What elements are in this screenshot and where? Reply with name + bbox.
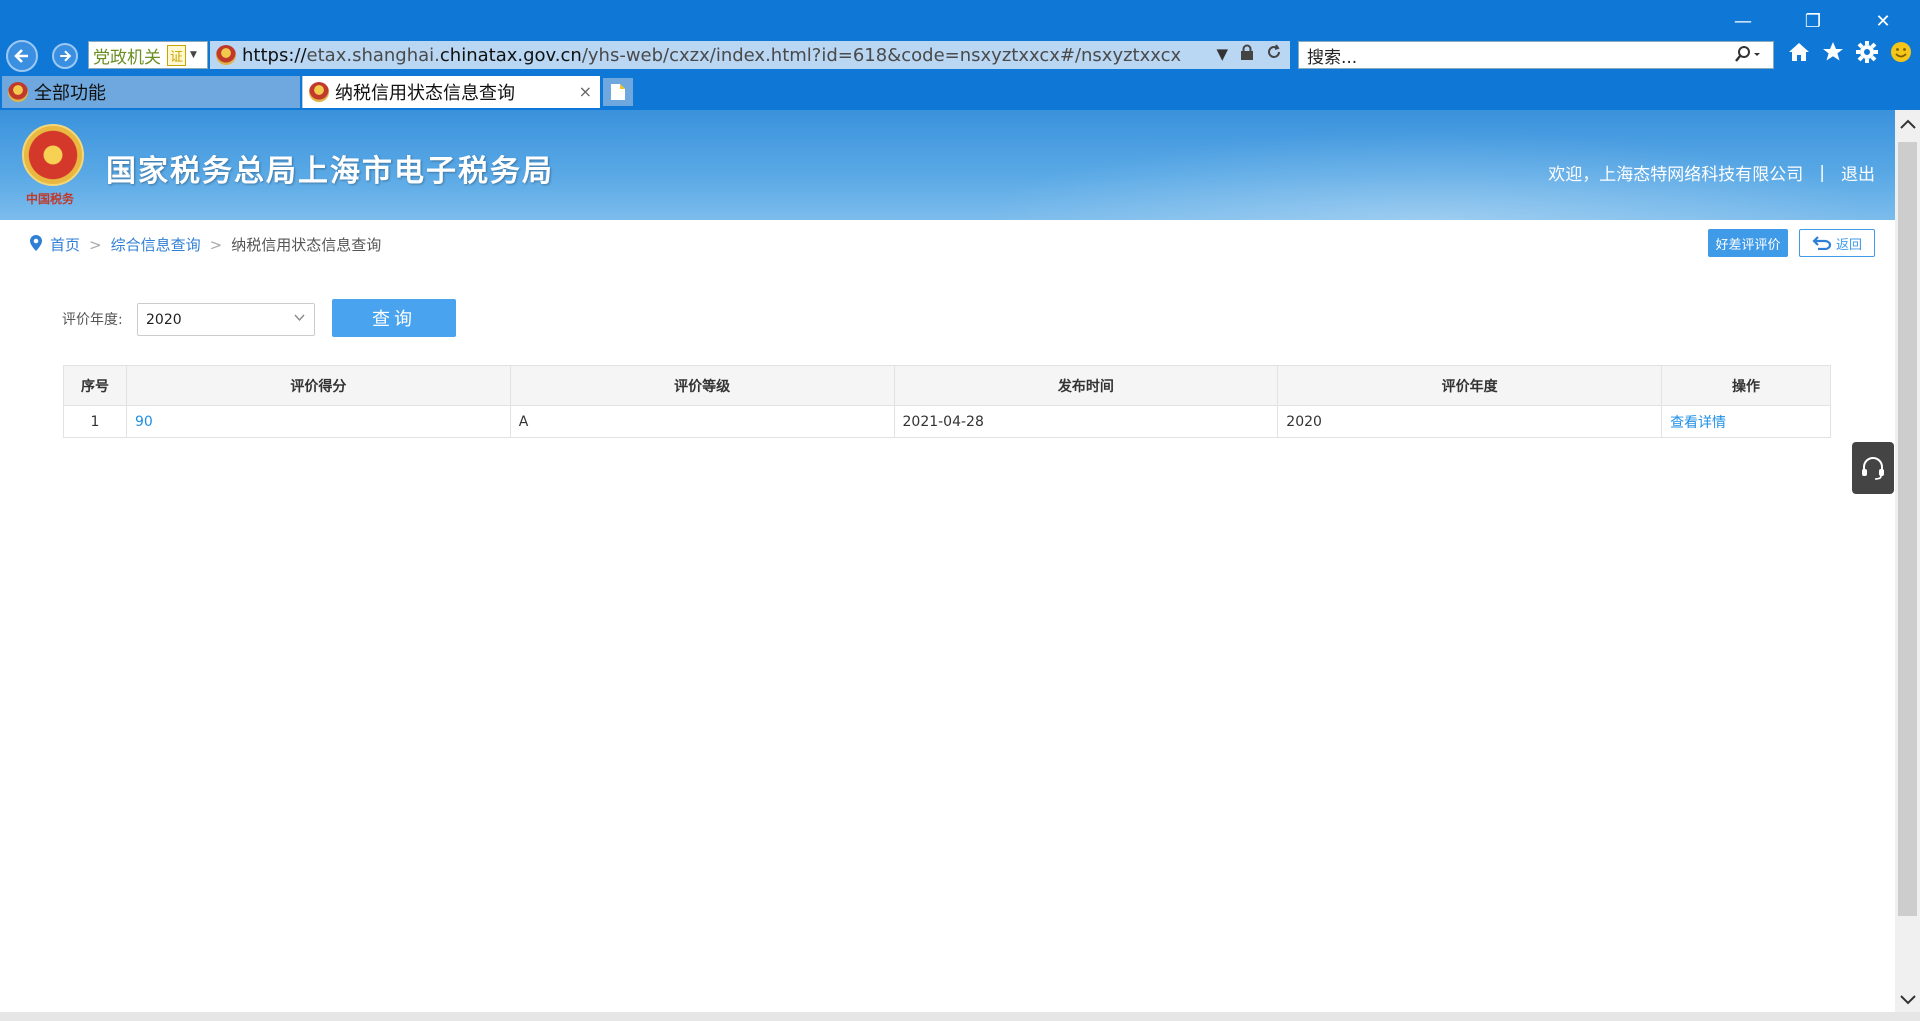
tab-favicon-icon bbox=[8, 82, 28, 102]
address-bar[interactable]: https:// etax.shanghai. chinatax.gov.cn … bbox=[210, 41, 1290, 69]
arrow-left-icon bbox=[14, 49, 28, 63]
site-favicon-icon bbox=[216, 45, 236, 65]
col-header-grade: 评价等级 bbox=[509, 365, 895, 406]
search-icon[interactable] bbox=[1735, 45, 1761, 69]
emblem-subtitle: 中国税务 bbox=[26, 192, 75, 206]
cell-published: 2021-04-28 bbox=[893, 405, 1279, 438]
cell-year: 2020 bbox=[1277, 405, 1663, 438]
chevron-down-icon bbox=[294, 312, 305, 325]
horizontal-scrollbar[interactable] bbox=[0, 1012, 1920, 1021]
web-page: 中国税务 国家税务总局上海市电子税务局 欢迎，上海态特网络科技有限公司 | 退出… bbox=[0, 110, 1895, 1014]
close-window-button[interactable]: ✕ bbox=[1860, 6, 1906, 36]
minimize-button[interactable]: — bbox=[1720, 6, 1766, 36]
tax-emblem-logo bbox=[22, 124, 84, 186]
welcome-separator: | bbox=[1819, 162, 1825, 183]
year-select[interactable]: 2020 bbox=[137, 303, 315, 336]
service-rating-button[interactable]: 好差评评价 bbox=[1708, 229, 1788, 257]
site-title: 国家税务总局上海市电子税务局 bbox=[106, 154, 554, 189]
scrollbar-thumb[interactable] bbox=[1898, 142, 1917, 916]
address-scheme: https:// bbox=[242, 44, 307, 66]
breadcrumb-current: 纳税信用状态信息查询 bbox=[231, 236, 382, 254]
restore-button[interactable]: ❐ bbox=[1790, 6, 1836, 36]
cell-grade: A bbox=[509, 405, 895, 438]
table-header-row: 序号 评价得分 评价等级 发布时间 评价年度 操作 bbox=[63, 365, 1831, 406]
new-tab-button[interactable] bbox=[603, 78, 633, 106]
home-icon[interactable] bbox=[1786, 40, 1812, 70]
col-header-action: 操作 bbox=[1661, 365, 1831, 406]
browser-titlebar: — ❐ ✕ bbox=[0, 0, 1920, 42]
credit-result-table: 序号 评价得分 评价等级 发布时间 评价年度 操作 1 90 A 2021-04… bbox=[63, 365, 1831, 438]
breadcrumb: 首页 > 综合信息查询 > 纳税信用状态信息查询 bbox=[30, 234, 381, 255]
col-header-published: 发布时间 bbox=[893, 365, 1279, 406]
query-button[interactable]: 查询 bbox=[332, 299, 456, 337]
logout-link[interactable]: 退出 bbox=[1841, 160, 1875, 185]
security-tag[interactable]: 党政机关 证 ▼ bbox=[88, 41, 208, 69]
year-select-value: 2020 bbox=[146, 311, 182, 328]
col-header-index: 序号 bbox=[63, 365, 127, 406]
restore-icon: ❐ bbox=[1804, 10, 1822, 32]
view-detail-link[interactable]: 查看详情 bbox=[1670, 415, 1726, 431]
cert-badge: 证 bbox=[167, 44, 187, 66]
return-arrow-icon bbox=[1812, 236, 1832, 250]
cell-action[interactable]: 查看详情 bbox=[1661, 405, 1831, 438]
user-welcome-area: 欢迎，上海态特网络科技有限公司 | 退出 bbox=[1548, 160, 1875, 186]
tab-favicon-icon bbox=[309, 82, 329, 102]
arrow-right-icon bbox=[60, 50, 72, 62]
welcome-text: 欢迎，上海态特网络科技有限公司 bbox=[1548, 165, 1804, 185]
back-page-button[interactable]: 返回 bbox=[1799, 229, 1875, 257]
breadcrumb-home[interactable]: 首页 bbox=[50, 234, 80, 255]
browser-toolbar bbox=[1786, 40, 1914, 70]
col-header-score: 评价得分 bbox=[125, 365, 511, 406]
customer-service-button[interactable] bbox=[1852, 442, 1894, 494]
site-banner: 中国税务 国家税务总局上海市电子税务局 欢迎，上海态特网络科技有限公司 | 退出 bbox=[0, 110, 1895, 220]
address-subdomain: etax.shanghai. bbox=[306, 44, 440, 66]
close-icon: ✕ bbox=[1875, 10, 1891, 32]
search-placeholder: 搜索... bbox=[1307, 47, 1358, 68]
favorites-star-icon[interactable] bbox=[1820, 40, 1846, 70]
breadcrumb-arrow: > bbox=[209, 235, 223, 254]
back-button[interactable] bbox=[6, 40, 38, 72]
col-header-year: 评价年度 bbox=[1277, 365, 1663, 406]
lock-icon[interactable] bbox=[1240, 44, 1254, 64]
tab-label: 纳税信用状态信息查询 bbox=[335, 83, 515, 104]
headset-icon bbox=[1862, 457, 1884, 480]
chevron-down-icon: ▼ bbox=[190, 50, 197, 60]
tab-credit-status-query[interactable]: 纳税信用状态信息查询 × bbox=[302, 76, 600, 108]
browser-tabbar: 全部功能 纳税信用状态信息查询 × bbox=[0, 74, 1920, 110]
forward-button[interactable] bbox=[52, 43, 78, 69]
address-path: /yhs-web/cxzx/index.html?id=618&code=nsx… bbox=[581, 44, 1182, 66]
breadcrumb-section[interactable]: 综合信息查询 bbox=[111, 234, 201, 255]
new-tab-icon bbox=[611, 84, 625, 100]
address-host: chinatax.gov.cn bbox=[439, 44, 582, 66]
breadcrumb-row: 首页 > 综合信息查询 > 纳税信用状态信息查询 bbox=[0, 220, 1895, 268]
scroll-up-icon[interactable] bbox=[1895, 110, 1920, 138]
tab-close-icon[interactable]: × bbox=[579, 82, 592, 101]
cell-index: 1 bbox=[63, 405, 127, 438]
tab-label: 全部功能 bbox=[34, 83, 106, 104]
feedback-smiley-icon[interactable] bbox=[1888, 40, 1914, 70]
address-dropdown-icon[interactable]: ▼ bbox=[1216, 45, 1228, 63]
location-pin-icon bbox=[30, 234, 42, 255]
security-tag-label: 党政机关 bbox=[93, 47, 161, 68]
score-link[interactable]: 90 bbox=[135, 414, 153, 430]
table-row: 1 90 A 2021-04-28 2020 查看详情 bbox=[63, 405, 1831, 438]
browser-navbar: 党政机关 证 ▼ https:// etax.shanghai. chinata… bbox=[0, 38, 1920, 74]
refresh-icon[interactable] bbox=[1266, 44, 1282, 64]
year-filter-label: 评价年度: bbox=[62, 312, 123, 328]
browser-search-input[interactable]: 搜索... bbox=[1298, 41, 1774, 69]
cell-score[interactable]: 90 bbox=[125, 405, 511, 438]
tab-all-functions[interactable]: 全部功能 bbox=[2, 76, 300, 108]
back-label: 返回 bbox=[1835, 237, 1862, 253]
breadcrumb-arrow: > bbox=[89, 235, 102, 254]
vertical-scrollbar[interactable] bbox=[1895, 110, 1920, 1014]
scroll-down-icon[interactable] bbox=[1895, 986, 1920, 1014]
settings-gear-icon[interactable] bbox=[1854, 40, 1880, 70]
minimize-icon: — bbox=[1734, 10, 1752, 32]
